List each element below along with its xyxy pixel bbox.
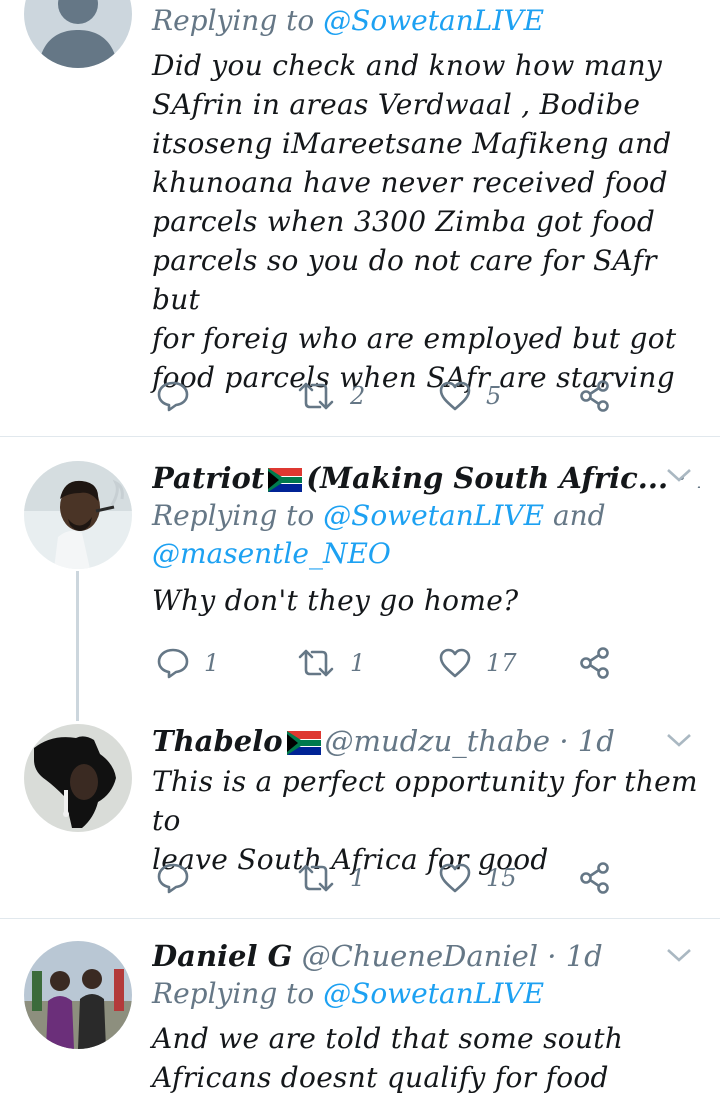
reply-button[interactable] bbox=[156, 858, 204, 898]
tweet-text-line: This is a perfect opportunity for them t… bbox=[152, 765, 698, 837]
tweet-actions: 1 15 bbox=[152, 858, 632, 898]
south-africa-flag-icon bbox=[268, 468, 303, 492]
display-name[interactable]: Thabelo bbox=[152, 724, 283, 758]
tweet-text-line: khunoana have never received food bbox=[152, 166, 668, 199]
share-icon bbox=[580, 647, 609, 679]
replying-to-label: Replying to bbox=[152, 499, 324, 532]
retweet-icon bbox=[298, 649, 334, 677]
timestamp[interactable]: · 1d bbox=[547, 939, 602, 973]
tweet-header: Thabelo @mudzu_thabe · 1d bbox=[152, 722, 700, 760]
like-button[interactable]: 15 bbox=[438, 858, 517, 898]
like-count: 17 bbox=[486, 649, 517, 677]
share-button[interactable] bbox=[578, 376, 612, 416]
tweet-header: Patriot(Making South Afric... · 1d bbox=[152, 459, 700, 497]
retweet-icon bbox=[298, 382, 334, 410]
mention-link[interactable]: @SowetanLIVE bbox=[323, 4, 544, 37]
thread-line bbox=[76, 571, 79, 721]
retweet-icon bbox=[298, 864, 334, 892]
reply-icon bbox=[157, 863, 189, 894]
tweet-text-line: parcels so you do not care for SAfr but bbox=[152, 244, 657, 316]
tweet-header: Daniel G @ChueneDaniel · 1d bbox=[152, 937, 700, 975]
tweet-1[interactable]: Replying to @SowetanLIVE Did you check a… bbox=[0, 0, 720, 436]
reply-icon bbox=[157, 381, 189, 412]
like-button[interactable]: 5 bbox=[438, 376, 501, 416]
share-icon bbox=[580, 862, 609, 894]
user-handle[interactable]: @ChueneDaniel bbox=[302, 939, 538, 973]
chevron-down-icon[interactable] bbox=[666, 947, 692, 963]
reply-count: 1 bbox=[204, 649, 220, 677]
tweet-text: Did you check and know how many SAfrin i… bbox=[152, 46, 700, 397]
tweet-text-line: Did you check and know how many bbox=[152, 49, 663, 82]
avatar[interactable] bbox=[24, 941, 132, 1049]
retweet-button[interactable]: 2 bbox=[296, 376, 365, 416]
retweet-count: 1 bbox=[350, 864, 366, 892]
user-handle[interactable]: @mudzu_thabe bbox=[325, 724, 551, 758]
display-name[interactable]: Daniel G bbox=[152, 939, 292, 973]
replying-to-label: Replying to bbox=[152, 977, 324, 1010]
avatar[interactable] bbox=[24, 461, 132, 569]
tweet-text-line: for foreig who are employed but got bbox=[152, 322, 677, 355]
like-count: 15 bbox=[486, 864, 517, 892]
reply-icon bbox=[157, 648, 189, 679]
tweet-text-line: SAfrin in areas Verdwaal , Bodibe bbox=[152, 88, 641, 121]
replying-to: Replying to @SowetanLIVE bbox=[152, 975, 700, 1013]
share-button[interactable] bbox=[578, 858, 612, 898]
retweet-count: 2 bbox=[350, 382, 366, 410]
retweet-button[interactable]: 1 bbox=[296, 643, 365, 683]
avatar[interactable] bbox=[24, 724, 132, 832]
mention-link[interactable]: @SowetanLIVE bbox=[323, 499, 544, 532]
tweet-3[interactable]: Thabelo @mudzu_thabe · 1d This is a perfe… bbox=[0, 712, 720, 918]
replying-to-second: @masentle_NEO bbox=[152, 535, 700, 573]
chevron-down-icon[interactable] bbox=[666, 467, 692, 483]
like-button[interactable]: 17 bbox=[438, 643, 517, 683]
reply-button[interactable] bbox=[156, 376, 204, 416]
chevron-down-icon[interactable] bbox=[666, 732, 692, 748]
like-count: 5 bbox=[486, 382, 502, 410]
tweet-text-line: itsoseng iMareetsane Mafikeng and bbox=[152, 127, 672, 160]
tweet-text-line: parcels when 3300 Zimba got food bbox=[152, 205, 656, 238]
tweet-2[interactable]: Patriot(Making South Afric... · 1d Reply… bbox=[0, 437, 720, 721]
retweet-count: 1 bbox=[350, 649, 366, 677]
share-button[interactable] bbox=[578, 643, 612, 683]
mention-link[interactable]: @masentle_NEO bbox=[152, 537, 391, 570]
tweet-text: And we are told that some south Africans… bbox=[152, 1019, 700, 1096]
retweet-button[interactable]: 1 bbox=[296, 858, 365, 898]
replying-to-joiner: and bbox=[544, 499, 606, 532]
tweet-actions: 1 1 17 bbox=[152, 643, 632, 683]
heart-icon bbox=[439, 648, 471, 678]
tweet-actions: 2 5 bbox=[152, 376, 632, 416]
replying-to: Replying to @SowetanLIVE and bbox=[152, 497, 700, 535]
heart-icon bbox=[439, 863, 471, 893]
timestamp[interactable]: · 1d bbox=[559, 724, 614, 758]
heart-icon bbox=[439, 381, 471, 411]
tweet-text-line: Why don't they go home? bbox=[152, 584, 519, 617]
replying-to: Replying to @SowetanLIVE bbox=[152, 2, 700, 40]
south-africa-flag-icon bbox=[286, 731, 321, 755]
replying-to-label: Replying to bbox=[152, 4, 324, 37]
tweet-text: Why don't they go home? bbox=[152, 581, 700, 620]
tweet-4[interactable]: Daniel G @ChueneDaniel · 1d Replying to … bbox=[0, 919, 720, 1096]
mention-link[interactable]: @SowetanLIVE bbox=[323, 977, 544, 1010]
share-icon bbox=[580, 380, 609, 412]
tweet-text-line: And we are told that some south bbox=[152, 1022, 624, 1055]
default-avatar[interactable] bbox=[24, 0, 132, 68]
display-name[interactable]: Patriot bbox=[152, 461, 264, 495]
display-name-suffix: (Making South Afric... bbox=[306, 461, 669, 495]
reply-button[interactable]: 1 bbox=[156, 643, 219, 683]
tweet-text-line: Africans doesnt qualify for food bbox=[152, 1061, 609, 1094]
